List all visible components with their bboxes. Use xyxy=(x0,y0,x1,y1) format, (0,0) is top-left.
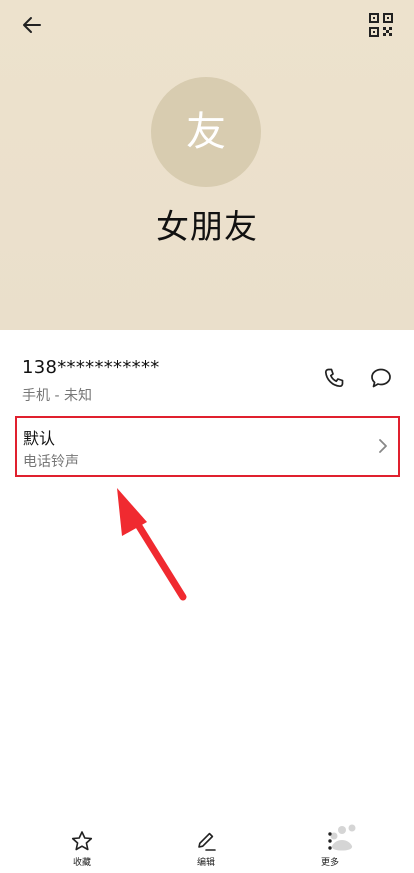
contact-details: 138*********** 手机 - 未知 默认 电话铃声 xyxy=(0,330,414,873)
favorite-label: 收藏 xyxy=(72,858,91,868)
contact-name: 女朋友 xyxy=(156,207,258,246)
edit-label: 编辑 xyxy=(196,858,215,868)
chevron-right-icon xyxy=(379,439,387,453)
favorite-button[interactable]: 收藏 xyxy=(52,830,112,870)
qr-code-icon xyxy=(369,13,393,37)
more-button[interactable]: 更多 xyxy=(300,830,360,870)
avatar-initial: 友 xyxy=(186,109,226,155)
back-button[interactable] xyxy=(18,10,48,40)
phone-icon xyxy=(324,368,344,388)
ringtone-label: 电话铃声 xyxy=(23,454,79,470)
message-button[interactable] xyxy=(369,366,393,390)
phone-number[interactable]: 138*********** xyxy=(22,357,160,378)
pencil-icon xyxy=(198,832,216,851)
edit-button[interactable]: 编辑 xyxy=(176,830,236,870)
contact-header: 友 女朋友 xyxy=(0,0,414,330)
back-arrow-icon xyxy=(23,17,41,33)
phone-type: 手机 - 未知 xyxy=(22,388,92,404)
more-label: 更多 xyxy=(320,858,339,868)
bottom-action-bar: 收藏 编辑 更多 xyxy=(0,818,414,873)
qr-code-button[interactable] xyxy=(368,12,394,38)
star-icon xyxy=(71,831,93,851)
call-button[interactable] xyxy=(322,366,346,390)
ringtone-value: 默认 xyxy=(23,429,56,448)
avatar[interactable]: 友 xyxy=(151,77,261,187)
more-dots-icon xyxy=(328,832,332,850)
message-icon xyxy=(371,368,391,388)
ringtone-row[interactable]: 默认 电话铃声 xyxy=(15,416,400,477)
